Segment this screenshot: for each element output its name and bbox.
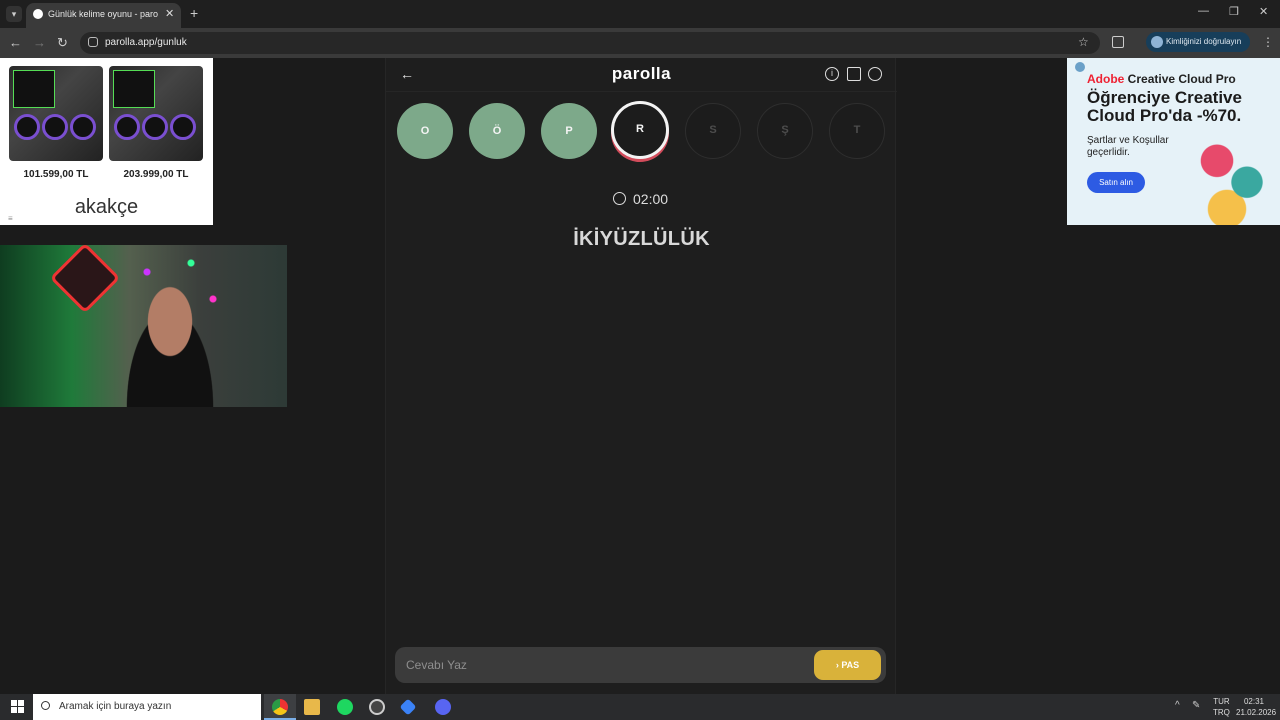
browser-toolbar: ← → ↻ parolla.app/gunluk ☆ Kimliğinizi d… bbox=[0, 28, 1280, 58]
lang-bottom: TRQ bbox=[1213, 708, 1230, 717]
current-word: İKİYÜZLÜLÜK bbox=[573, 228, 710, 250]
tab-close-icon[interactable]: ✕ bbox=[165, 7, 174, 20]
stats-icon[interactable] bbox=[847, 67, 861, 81]
clock-time: 02:31 bbox=[1243, 697, 1265, 706]
page-content: 101.599,00 TL 203.999,00 TL akakçe ≡ Ado… bbox=[0, 58, 1280, 694]
neon-logo bbox=[49, 245, 121, 314]
site-info-icon[interactable] bbox=[88, 37, 98, 47]
product-price[interactable]: 203.999,00 TL bbox=[106, 169, 206, 180]
forward-arrow-icon[interactable]: → bbox=[33, 35, 46, 50]
ad-menu-icon[interactable]: ≡ bbox=[8, 214, 13, 223]
bookmark-star-icon[interactable]: ☆ bbox=[1078, 35, 1089, 49]
game-panel: ← parolla i OÖPRSŞT 02:00 İKİYÜZLÜLÜK › … bbox=[385, 58, 897, 694]
pen-icon[interactable]: ✎ bbox=[1192, 700, 1200, 711]
user-icon[interactable] bbox=[868, 67, 882, 81]
chevron-right-icon: › bbox=[835, 660, 839, 670]
ad-buy-button[interactable]: Satın alın bbox=[1087, 172, 1145, 193]
product-price[interactable]: 101.599,00 TL bbox=[6, 169, 106, 180]
search-icon bbox=[41, 701, 50, 710]
profile-verify-button[interactable]: Kimliğinizi doğrulayın bbox=[1146, 32, 1250, 52]
clock-icon bbox=[613, 192, 626, 205]
restore-button[interactable]: ❐ bbox=[1229, 5, 1239, 18]
ad-right[interactable]: Adobe Creative Cloud Pro Öğrenciye Creat… bbox=[1067, 58, 1280, 225]
profile-avatar-icon bbox=[1151, 36, 1163, 48]
minimize-button[interactable]: — bbox=[1198, 5, 1209, 17]
letter-circle-pending: Ş bbox=[757, 103, 813, 159]
timer: 02:00 bbox=[633, 191, 669, 207]
close-window-button[interactable]: ✕ bbox=[1259, 5, 1268, 18]
app-logo: parolla bbox=[611, 64, 672, 83]
product-image[interactable] bbox=[109, 66, 203, 161]
advertiser-logo[interactable]: akakçe bbox=[0, 196, 213, 219]
address-bar[interactable]: parolla.app/gunluk ☆ bbox=[80, 32, 1100, 54]
letter-circle-done: Ö bbox=[469, 103, 525, 159]
taskbar-chrome[interactable] bbox=[264, 694, 296, 720]
pass-label: PAS bbox=[841, 660, 860, 670]
file-explorer-icon[interactable] bbox=[304, 699, 320, 715]
more-menu-icon[interactable]: ⋮ bbox=[1262, 35, 1274, 49]
ad-choices-icon[interactable] bbox=[1075, 62, 1085, 72]
letter-circle-done: P bbox=[541, 103, 597, 159]
taskbar: Aramak için buraya yazın ^ ✎ TUR TRQ 02:… bbox=[0, 694, 1280, 720]
header-divider bbox=[386, 91, 897, 92]
info-icon[interactable]: i bbox=[825, 67, 839, 81]
tab-active[interactable]: Günlük kelime oyunu - parolla ✕ bbox=[26, 3, 181, 28]
product-image[interactable] bbox=[9, 66, 103, 161]
profile-label: Kimliğinizi doğrulayın bbox=[1166, 37, 1242, 46]
ad-artwork bbox=[1177, 118, 1277, 225]
language-indicator[interactable]: TUR TRQ bbox=[1213, 696, 1230, 718]
clock[interactable]: 02:31 21.02.2026 bbox=[1236, 696, 1277, 718]
pass-button[interactable]: › PAS bbox=[814, 650, 881, 680]
taskbar-search[interactable]: Aramak için buraya yazın bbox=[33, 694, 261, 720]
lang-top: TUR bbox=[1213, 697, 1230, 706]
app-icon[interactable] bbox=[399, 698, 417, 716]
new-tab-button[interactable]: + bbox=[190, 5, 198, 21]
streamer bbox=[115, 285, 225, 407]
extensions-icon[interactable] bbox=[1112, 36, 1124, 48]
ad-terms: Şartlar ve Koşullar geçerlidir. bbox=[1087, 135, 1169, 158]
discord-icon[interactable] bbox=[435, 699, 451, 715]
url-text: parolla.app/gunluk bbox=[105, 37, 187, 48]
back-arrow-icon[interactable]: ← bbox=[9, 35, 22, 50]
letter-circle-current: R bbox=[611, 101, 669, 159]
answer-input[interactable] bbox=[395, 647, 815, 683]
spotify-icon[interactable] bbox=[337, 699, 353, 715]
taskbar-search-placeholder: Aramak için buraya yazın bbox=[59, 701, 172, 712]
answer-bar: › PAS bbox=[395, 647, 886, 683]
obs-icon[interactable] bbox=[369, 699, 385, 715]
ad-left[interactable]: 101.599,00 TL 203.999,00 TL akakçe ≡ bbox=[0, 58, 213, 225]
webcam-overlay bbox=[0, 245, 287, 407]
letter-circle-done: O bbox=[397, 103, 453, 159]
start-icon[interactable] bbox=[11, 700, 24, 713]
ad-brand: Adobe Creative Cloud Pro bbox=[1087, 72, 1236, 86]
tab-bar: ▾ Günlük kelime oyunu - parolla ✕ + — ❐ … bbox=[0, 0, 1280, 28]
clock-date: 21.02.2026 bbox=[1236, 708, 1277, 717]
tab-title: Günlük kelime oyunu - parolla bbox=[48, 9, 158, 19]
tray-chevron-icon[interactable]: ^ bbox=[1175, 700, 1180, 711]
reload-icon[interactable]: ↻ bbox=[57, 35, 68, 51]
chrome-icon bbox=[272, 699, 288, 715]
letter-circle-pending: T bbox=[829, 103, 885, 159]
favicon-icon bbox=[33, 9, 43, 19]
tab-search-dropdown-icon[interactable]: ▾ bbox=[6, 6, 22, 22]
letter-circle-pending: S bbox=[685, 103, 741, 159]
